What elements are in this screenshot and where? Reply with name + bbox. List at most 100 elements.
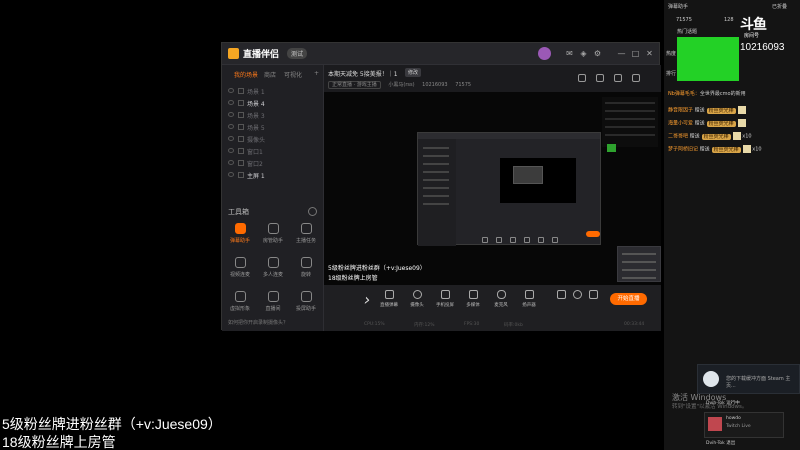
nested-canvas-inner bbox=[513, 166, 543, 184]
start-live-button[interactable]: 开始直播 bbox=[610, 293, 647, 305]
scene-item[interactable]: 窗口2 bbox=[228, 159, 316, 169]
scene-item[interactable]: 场景 4 bbox=[228, 99, 316, 109]
scene-item[interactable]: 场景 3 bbox=[228, 111, 316, 121]
preview-canvas[interactable]: 5级粉丝牌进粉丝群（+v:Juese09） 18级粉丝牌上房管 bbox=[324, 92, 661, 285]
expand-icon[interactable] bbox=[632, 74, 640, 82]
chat-message: Nb弹幕毛毛：全世界最cmo的新用 bbox=[668, 91, 746, 97]
media-icon bbox=[468, 290, 478, 299]
control-bar: › 直播弹幕 摄像头 手机投屏 多媒体 麦克风 扬声器 开始直播 CPU:15%… bbox=[324, 285, 661, 331]
toolbox-more-icon[interactable] bbox=[308, 207, 317, 216]
scene-item[interactable]: 场景 5 bbox=[228, 123, 316, 133]
profile-picture bbox=[708, 417, 722, 431]
source-icon bbox=[238, 124, 244, 130]
glowstick-icon bbox=[732, 132, 741, 140]
nested-toolbar bbox=[478, 228, 598, 243]
eye-icon[interactable] bbox=[228, 100, 234, 105]
speaker-toggle[interactable]: 扬声器 bbox=[516, 290, 542, 308]
video-link-icon bbox=[234, 257, 246, 268]
tiktok-card-subtitle: Twitch Live bbox=[726, 424, 751, 429]
room-number-label: 房间号 bbox=[744, 33, 760, 39]
chat-message: 海量小可爱 赠送 粉丝荧光棒 bbox=[668, 119, 746, 127]
more-icon[interactable] bbox=[580, 290, 606, 299]
side-label: 排行 bbox=[666, 71, 677, 77]
edit-title-button[interactable]: 修改 bbox=[405, 68, 422, 77]
avatar[interactable] bbox=[538, 47, 551, 60]
streamer-name: 小黑马(rss) bbox=[388, 82, 415, 88]
camera-icon bbox=[412, 290, 422, 299]
grid-icon[interactable] bbox=[578, 74, 586, 82]
tab-visual[interactable]: 可视化 bbox=[284, 70, 302, 79]
scene-item[interactable]: 主屏 1 bbox=[228, 171, 316, 181]
media-toggle[interactable]: 多媒体 bbox=[460, 290, 486, 308]
chat-header: 弹幕助手 已折叠 bbox=[664, 0, 800, 12]
add-scene-icon[interactable]: + bbox=[314, 70, 319, 77]
category-tag[interactable]: 正常直播 · 游戏主播 bbox=[328, 81, 381, 89]
tiktok-exit-row: Dvih-Tok 退出 bbox=[706, 441, 736, 446]
settings-icon[interactable]: ⚙ bbox=[592, 48, 603, 59]
room-meta: 正常直播 · 游戏主播 小黑马(rss) 10216093 71575 bbox=[328, 81, 477, 89]
avatar-icon bbox=[234, 291, 246, 302]
room-title: 本期天减免 5接美报！｜1 bbox=[328, 71, 398, 78]
lock-icon[interactable] bbox=[596, 74, 604, 82]
eye-icon[interactable] bbox=[228, 148, 234, 153]
steam-notification[interactable]: 您的下载缓冲方面 Steam 主页... bbox=[697, 364, 800, 394]
tool-room-admin[interactable]: 房管助手 bbox=[256, 223, 290, 249]
source-icon bbox=[238, 160, 244, 166]
scene-item[interactable]: 场景 1 bbox=[228, 87, 316, 97]
close-button[interactable]: ✕ bbox=[644, 48, 655, 59]
copy-icon[interactable] bbox=[614, 74, 622, 82]
tool-rotate[interactable]: 旋转 bbox=[289, 257, 323, 283]
heat-count: 71575 bbox=[455, 82, 472, 88]
app-title: 直播伴侣 bbox=[243, 50, 280, 60]
source-icon bbox=[238, 136, 244, 142]
phone-cast-toggle[interactable]: 手机投屏 bbox=[432, 290, 458, 308]
steam-notification-text: 您的下载缓冲方面 Steam 主页... bbox=[726, 376, 791, 389]
tool-video-link[interactable]: 视频连麦 bbox=[223, 257, 257, 283]
tool-danmaku[interactable]: 弹幕助手 bbox=[223, 223, 257, 249]
main-panel: 本期天减免 5接美报！｜1 修改 正常直播 · 游戏主播 小黑马(rss) 10… bbox=[324, 65, 661, 331]
eye-icon[interactable] bbox=[228, 160, 234, 165]
scene-sidebar: 我的场景 商店 可视化 + 场景 1 场景 4 场景 3 场景 5 摄像头 窗口… bbox=[222, 65, 324, 331]
source-icon bbox=[238, 100, 244, 106]
tab-scenes[interactable]: 我的场景 bbox=[234, 70, 258, 79]
app-logo bbox=[228, 48, 239, 59]
camera-toggle[interactable]: 摄像头 bbox=[404, 290, 430, 308]
chat-thumbnail bbox=[602, 97, 658, 147]
source-icon bbox=[238, 88, 244, 94]
eye-icon[interactable] bbox=[228, 88, 234, 93]
tool-multi-link[interactable]: 多人连麦 bbox=[256, 257, 290, 283]
rotate-icon bbox=[300, 257, 312, 268]
tool-tasks[interactable]: 主播任务 bbox=[289, 223, 323, 249]
gift-icon[interactable]: ◈ bbox=[578, 48, 589, 59]
heat-stat: 71575 bbox=[676, 17, 692, 23]
mic-toggle[interactable]: 麦克风 bbox=[488, 290, 514, 308]
microphone-icon bbox=[496, 290, 506, 299]
danmaku-toggle[interactable]: 直播弹幕 bbox=[376, 290, 402, 308]
tab-store[interactable]: 商店 bbox=[264, 70, 276, 79]
glowstick-icon bbox=[742, 145, 751, 153]
eye-icon[interactable] bbox=[228, 112, 234, 117]
minimize-button[interactable]: — bbox=[616, 48, 627, 59]
sidebar-tabs: 我的场景 商店 可视化 + bbox=[222, 68, 323, 82]
eye-icon[interactable] bbox=[228, 172, 234, 177]
overlay-text-1: 5级粉丝牌进粉丝群（+v:Juese09） bbox=[2, 416, 222, 432]
maximize-button[interactable]: □ bbox=[630, 48, 641, 59]
scene-item[interactable]: 摄像头 bbox=[228, 135, 316, 145]
tool-avatar[interactable]: 虚拟形象 bbox=[223, 291, 257, 317]
chat-message: 二哥哥吧 赠送 粉丝荧光棒 x10 bbox=[668, 132, 752, 140]
version-badge: 测试 bbox=[287, 48, 308, 59]
eye-icon[interactable] bbox=[228, 136, 234, 141]
tool-room[interactable]: 直播间 bbox=[256, 291, 290, 317]
eye-icon[interactable] bbox=[228, 124, 234, 129]
nested-sidebar bbox=[418, 139, 456, 246]
tiktok-card[interactable]: howdo Twitch Live bbox=[704, 412, 784, 438]
collapse-label[interactable]: 已折叠 bbox=[772, 3, 787, 10]
green-thumbnail bbox=[607, 144, 616, 152]
mail-icon[interactable]: ✉ bbox=[564, 48, 575, 59]
speaker-icon bbox=[524, 290, 534, 299]
tool-cast[interactable]: 投屏助手 bbox=[289, 291, 323, 317]
camera-tip[interactable]: 如何把你开启录制摄像头？ bbox=[228, 319, 288, 326]
cast-icon bbox=[300, 291, 312, 302]
source-icon bbox=[238, 148, 244, 154]
scene-item[interactable]: 窗口1 bbox=[228, 147, 316, 157]
